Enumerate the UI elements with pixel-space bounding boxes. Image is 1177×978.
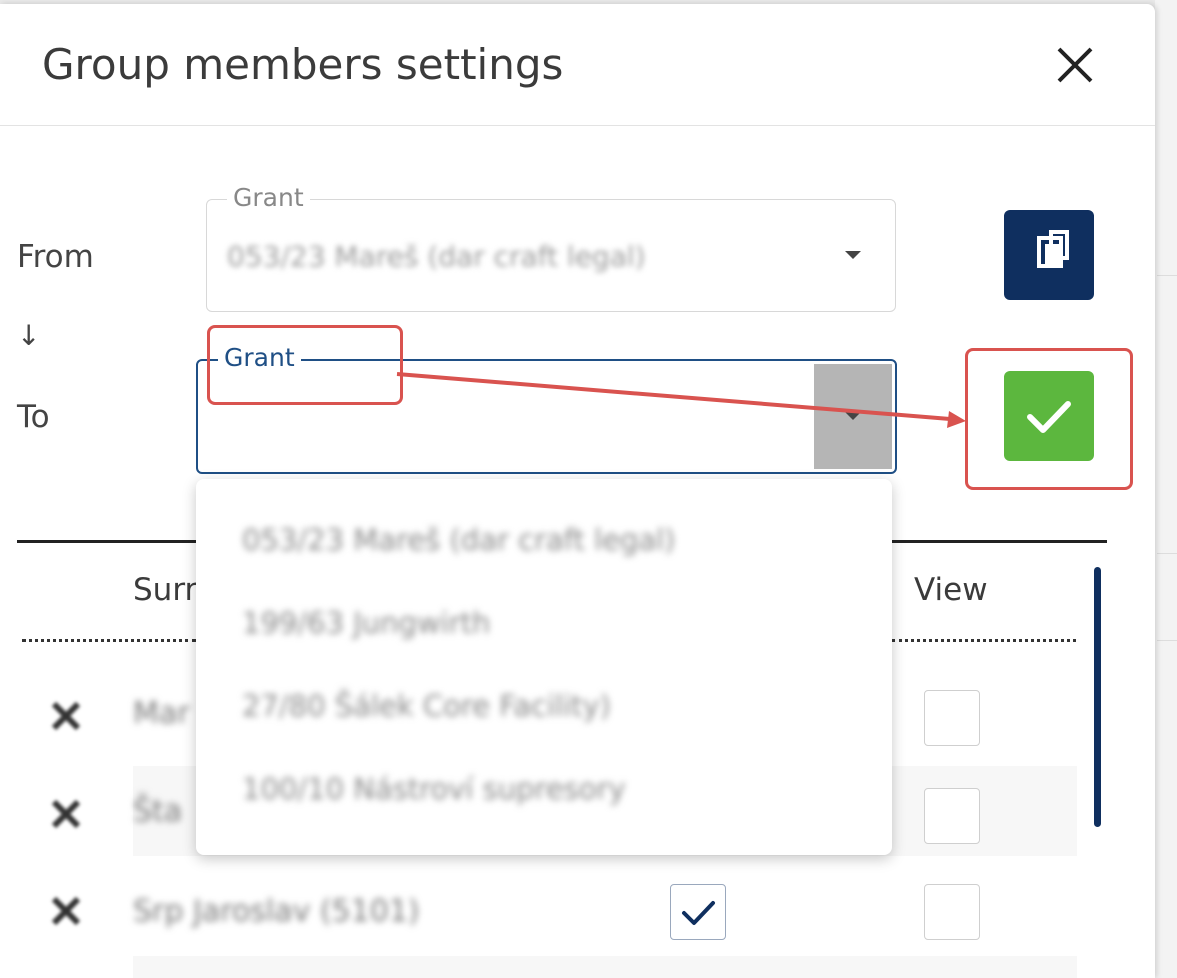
to-grant-select[interactable]: Grant [196,343,897,474]
dropdown-toggle[interactable] [814,364,892,469]
from-grant-select[interactable]: Grant 053/23 Mareš (dar craft legal) [206,183,896,312]
from-grant-value: 053/23 Mareš (dar craft legal) [227,240,646,273]
view-checkbox[interactable] [924,788,980,844]
group-members-dialog: Group members settings From Grant 053/23… [0,4,1155,978]
background-divider [1157,640,1177,641]
background-panel [1155,0,1177,978]
dropdown-option[interactable]: 100/10 Nástroví supresory [242,772,626,806]
member-name: Srp Jaroslav (5101) [133,894,420,929]
dropdown-option[interactable]: 053/23 Mareš (dar craft legal) [242,523,676,557]
to-label: To [17,399,50,435]
dialog-title: Group members settings [42,40,564,89]
close-button[interactable] [1050,40,1100,90]
close-icon [1057,47,1093,83]
background-divider [1157,275,1177,276]
view-checkbox[interactable] [924,884,980,940]
chevron-down-icon [845,412,861,420]
copy-icon [1037,230,1069,268]
column-header-surname: Surr [133,572,198,608]
from-label: From [17,239,94,275]
vertical-scrollbar[interactable] [1094,567,1101,827]
header-underline [892,639,1076,642]
column-header-view: View [914,572,988,608]
dropdown-option[interactable]: 27/80 Šálek Core Facility) [242,689,611,723]
check-icon [1027,401,1071,433]
header-underline [22,639,196,642]
edit-checkbox[interactable] [670,884,726,940]
member-name: Šta [133,794,183,829]
member-name: Mar [133,696,190,731]
dialog-header: Group members settings [0,4,1155,126]
remove-member-icon[interactable] [48,796,84,832]
view-checkbox[interactable] [924,690,980,746]
table-row-stripe [133,956,1077,978]
from-grant-legend: Grant [227,183,310,212]
to-grant-legend: Grant [218,343,301,372]
grant-dropdown-menu: 053/23 Mareš (dar craft legal) 199/63 Ju… [196,479,892,855]
background-divider [1157,553,1177,554]
dropdown-option[interactable]: 199/63 Jungwirth [242,606,490,640]
confirm-button[interactable] [1004,371,1094,461]
remove-member-icon[interactable] [48,698,84,734]
copy-button[interactable] [1004,210,1094,300]
chevron-down-icon [845,251,861,259]
down-arrow-icon: ↓ [17,319,41,352]
remove-member-icon[interactable] [48,893,84,929]
check-icon [682,901,715,925]
